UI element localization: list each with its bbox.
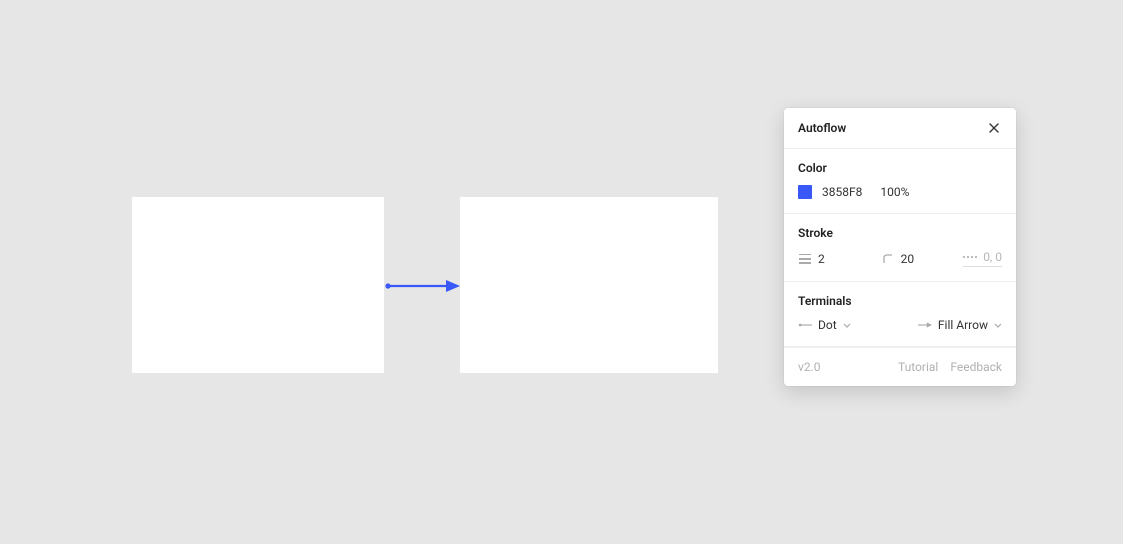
color-swatch[interactable] <box>798 185 812 199</box>
terminals-section-title: Terminals <box>798 294 1002 308</box>
close-button[interactable] <box>986 120 1002 136</box>
start-terminal-label: Dot <box>818 318 837 332</box>
dash-pattern-field[interactable]: 0, 0 <box>963 250 1002 267</box>
stroke-weight-icon <box>798 252 812 266</box>
panel-footer: v2.0 Tutorial Feedback <box>784 347 1016 386</box>
feedback-link[interactable]: Feedback <box>950 360 1002 374</box>
corner-radius-icon <box>881 252 895 266</box>
color-opacity-input[interactable]: 100% <box>880 185 909 199</box>
panel-header: Autoflow <box>784 108 1016 149</box>
end-terminal-icon <box>918 318 932 332</box>
end-terminal-label: Fill Arrow <box>938 318 988 332</box>
end-terminal-select[interactable]: Fill Arrow <box>918 318 1002 332</box>
stroke-section: Stroke 2 20 <box>784 214 1016 282</box>
start-terminal-icon <box>798 318 812 332</box>
color-section: Color 3858F8 100% <box>784 149 1016 214</box>
frame-b[interactable] <box>460 197 718 373</box>
start-terminal-select[interactable]: Dot <box>798 318 851 332</box>
connector-arrow <box>384 278 460 294</box>
corner-radius-value: 20 <box>901 252 919 266</box>
stroke-weight-field[interactable]: 2 <box>798 252 836 266</box>
dash-icon <box>963 250 977 264</box>
version-label: v2.0 <box>798 360 886 374</box>
stroke-section-title: Stroke <box>798 226 1002 240</box>
dash-pattern-value: 0, 0 <box>983 250 1002 264</box>
color-section-title: Color <box>798 161 1002 175</box>
autoflow-panel: Autoflow Color 3858F8 100% Stroke <box>784 108 1016 386</box>
chevron-down-icon <box>843 323 851 328</box>
close-icon <box>988 122 1000 134</box>
panel-title: Autoflow <box>798 121 846 135</box>
tutorial-link[interactable]: Tutorial <box>898 360 938 374</box>
terminals-section: Terminals Dot <box>784 282 1016 347</box>
corner-radius-field[interactable]: 20 <box>881 252 919 266</box>
color-hex-input[interactable]: 3858F8 <box>822 185 862 199</box>
stroke-weight-value: 2 <box>818 252 836 266</box>
chevron-down-icon <box>994 323 1002 328</box>
frame-a[interactable] <box>132 197 384 373</box>
